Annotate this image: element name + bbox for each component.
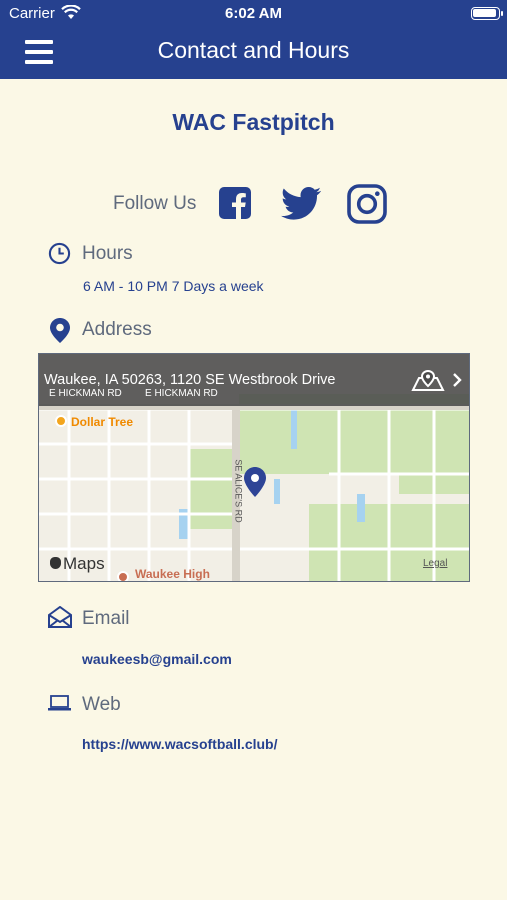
email-label: Email (82, 608, 130, 629)
hours-label: Hours (82, 243, 133, 264)
map-road-label-2: E HICKMAN RD (145, 388, 218, 399)
instagram-icon[interactable] (347, 184, 387, 224)
clock-icon (48, 242, 71, 265)
location-pin-icon (50, 318, 70, 343)
facebook-icon[interactable] (219, 187, 251, 219)
follow-us-label: Follow Us (113, 193, 197, 214)
web-link[interactable]: https://www.wacsoftball.club/ (82, 736, 278, 752)
directions-map-icon[interactable] (411, 368, 445, 392)
map-location-pin-icon (244, 467, 266, 497)
web-label: Web (82, 694, 121, 715)
club-name: WAC Fastpitch (172, 109, 335, 135)
map-address: Waukee, IA 50263, 1120 SE Westbrook Driv… (44, 372, 336, 388)
maps-brand: Maps (63, 554, 105, 573)
battery-tip (501, 11, 503, 16)
status-bar: Carrier 6:02 AM (0, 0, 507, 28)
address-map[interactable]: Waukee, IA 50263, 1120 SE Westbrook Driv… (38, 353, 470, 582)
clock-time: 6:02 AM (225, 5, 282, 22)
laptop-icon (48, 695, 71, 711)
hours-value: 6 AM - 10 PM 7 Days a week (83, 278, 264, 294)
battery-icon (471, 7, 500, 20)
address-label: Address (82, 319, 152, 340)
store-icon (55, 415, 67, 427)
map-store-label: Dollar Tree (71, 415, 134, 429)
twitter-icon[interactable] (281, 187, 321, 220)
email-link[interactable]: waukeesb@gmail.com (82, 651, 232, 667)
map-legal-link[interactable]: Legal (423, 558, 447, 569)
map-road-label: E HICKMAN RD (49, 388, 122, 399)
page-title: Contact and Hours (157, 37, 350, 63)
school-icon (117, 571, 129, 581)
map-school-label: Waukee High (135, 567, 210, 581)
chevron-right-icon[interactable] (452, 372, 462, 388)
navigation-bar: Carrier 6:02 AM Contact and Hours (0, 0, 507, 79)
map-vertical-road-label: SE ALICE'S RD (233, 459, 244, 523)
apple-logo-icon (50, 557, 61, 569)
envelope-icon (48, 606, 72, 628)
